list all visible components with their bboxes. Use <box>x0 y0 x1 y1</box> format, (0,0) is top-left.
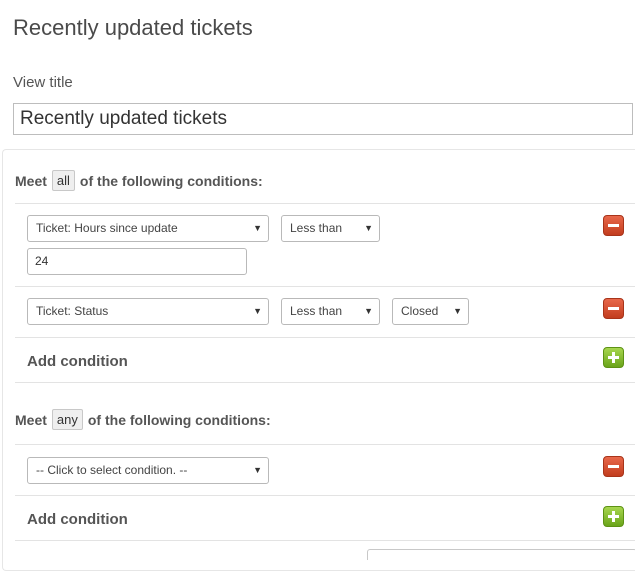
caret-down-icon: ▼ <box>253 223 262 233</box>
meet-prefix: Meet <box>15 411 47 428</box>
condition-field-value: -- Click to select condition. -- <box>36 463 188 477</box>
condition-operator-select[interactable]: Less than ▼ <box>281 298 380 325</box>
caret-down-icon: ▼ <box>253 465 262 475</box>
divider <box>15 444 635 445</box>
divider <box>15 286 635 287</box>
meet-all-line: Meet all of the following conditions: <box>15 170 263 191</box>
divider <box>15 203 635 204</box>
meet-suffix: of the following conditions: <box>87 411 271 428</box>
mode-any-toggle[interactable]: any <box>51 409 83 430</box>
condition-operator-value: Less than <box>290 304 343 318</box>
condition-value-select[interactable]: Closed ▼ <box>392 298 469 325</box>
condition-operator-select[interactable]: Less than ▼ <box>281 215 380 242</box>
divider <box>15 540 635 541</box>
condition-operator-value: Less than <box>290 221 343 235</box>
caret-down-icon: ▼ <box>364 306 373 316</box>
condition-field-value: Ticket: Status <box>36 304 109 318</box>
page-title: Recently updated tickets <box>13 15 253 40</box>
condition-field-select[interactable]: Ticket: Status ▼ <box>27 298 269 325</box>
view-title-input[interactable] <box>13 103 633 135</box>
caret-down-icon: ▼ <box>453 306 462 316</box>
meet-suffix: of the following conditions: <box>79 172 263 189</box>
meet-any-line: Meet any of the following conditions: <box>15 409 271 430</box>
condition-field-select[interactable]: -- Click to select condition. -- ▼ <box>27 457 269 484</box>
meet-prefix: Meet <box>15 172 47 189</box>
add-condition-button[interactable] <box>603 347 624 368</box>
remove-condition-button[interactable] <box>603 298 624 319</box>
add-condition-button[interactable] <box>603 506 624 527</box>
add-condition-label[interactable]: Add condition <box>27 511 128 528</box>
view-title-label: View title <box>13 74 73 91</box>
add-condition-label[interactable]: Add condition <box>27 353 128 370</box>
mode-all-toggle[interactable]: all <box>51 170 75 191</box>
condition-field-select[interactable]: Ticket: Hours since update ▼ <box>27 215 269 242</box>
condition-value-input[interactable]: 24 <box>27 248 247 275</box>
remove-condition-button[interactable] <box>603 456 624 477</box>
condition-value-text: 24 <box>35 254 49 268</box>
remove-condition-button[interactable] <box>603 215 624 236</box>
condition-field-value: Ticket: Hours since update <box>36 221 178 235</box>
caret-down-icon: ▼ <box>253 306 262 316</box>
divider <box>15 495 635 496</box>
condition-value-text: Closed <box>401 304 439 318</box>
divider <box>15 382 635 383</box>
caret-down-icon: ▼ <box>364 223 373 233</box>
divider <box>15 337 635 338</box>
